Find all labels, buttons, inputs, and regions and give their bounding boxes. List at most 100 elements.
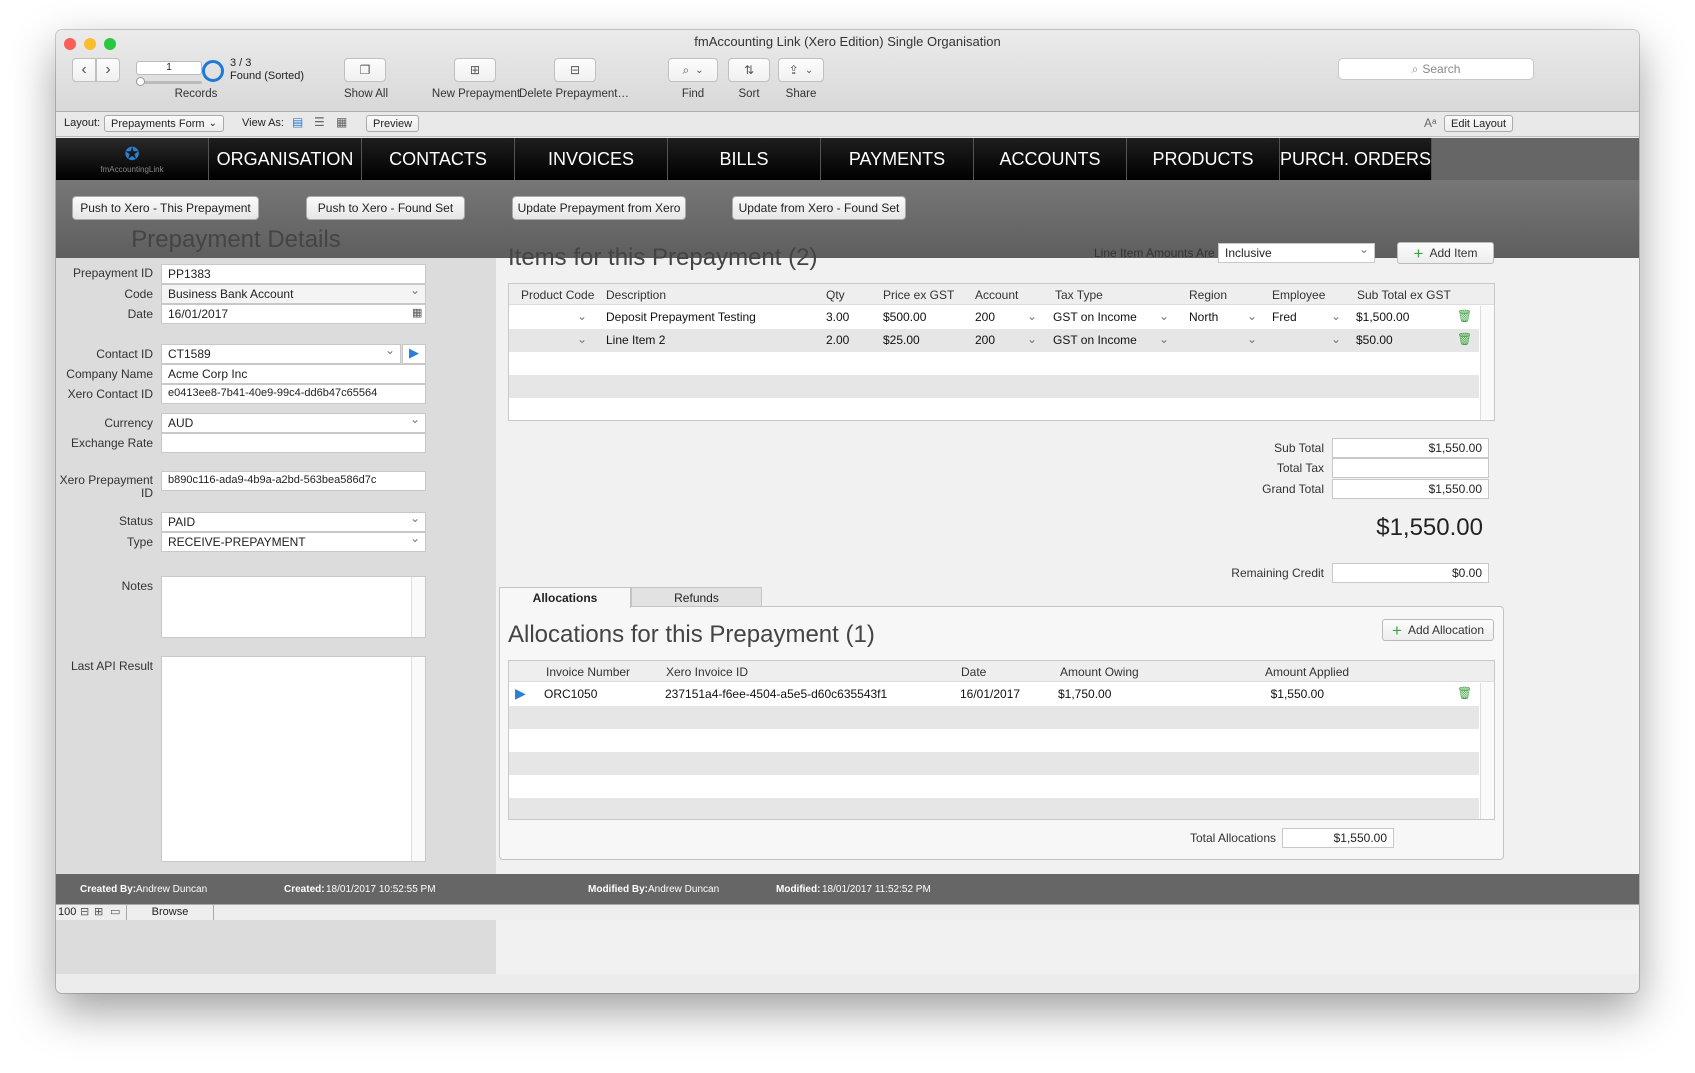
trash-icon[interactable]: 🗑 [1457,332,1472,346]
remaining-credit-field[interactable]: $0.00 [1332,563,1489,583]
item-employee[interactable]: Fred [1272,310,1297,324]
employee-dropdown-chevron-icon[interactable]: ⌄ [1331,309,1341,323]
item-qty[interactable]: 3.00 [826,310,849,324]
api-result-field[interactable] [161,656,426,862]
item-subtotal[interactable]: $1,500.00 [1356,310,1409,324]
items-scrollbar[interactable] [1480,306,1494,420]
notes-field[interactable] [161,576,426,638]
employee-dropdown-chevron-icon[interactable]: ⌄ [1331,332,1341,346]
item-price[interactable]: $500.00 [883,310,926,324]
trash-icon[interactable]: 🗑 [1457,686,1472,700]
grand-total-field[interactable]: $1,550.00 [1332,479,1489,499]
code-dropdown[interactable]: Business Bank Account [161,284,426,304]
tab-contacts[interactable]: CONTACTS [361,138,514,180]
update-prepayment-button[interactable]: Update Prepayment from Xero [512,196,686,220]
zoom-in-icon[interactable]: ⊞ [94,905,103,918]
total-allocations-field[interactable]: $1,550.00 [1282,828,1394,848]
exchange-rate-label: Exchange Rate [70,436,153,450]
tab-allocations[interactable]: Allocations [499,587,631,608]
list-view-icon[interactable]: ☰ [314,115,325,129]
calendar-icon[interactable]: ▦ [412,306,422,319]
line-amounts-dropdown[interactable]: Inclusive [1218,243,1375,263]
tax-dropdown-chevron-icon[interactable]: ⌄ [1159,332,1169,346]
record-slider-thumb[interactable] [136,77,145,86]
total-tax-field[interactable] [1332,458,1489,478]
account-dropdown-chevron-icon[interactable]: ⌄ [1027,309,1037,323]
region-dropdown-chevron-icon[interactable]: ⌄ [1247,332,1257,346]
item-tax[interactable]: GST on Income [1053,333,1137,347]
item-tax[interactable]: GST on Income [1053,310,1137,324]
allocation-invoice[interactable]: ORC1050 [544,687,597,701]
preview-button[interactable]: Preview [366,115,420,132]
xero-prepayment-field[interactable]: b890c116-ada9-4b9a-a2bd-563bea586d7c [161,471,426,491]
api-result-scrollbar[interactable] [411,657,425,861]
account-dropdown-chevron-icon[interactable]: ⌄ [1027,332,1037,346]
push-found-set-button[interactable]: Push to Xero - Found Set [306,196,465,220]
allocations-scrollbar[interactable] [1480,683,1494,819]
zoom-level[interactable]: 100 [58,906,76,918]
date-field[interactable]: 16/01/2017 [161,304,426,324]
product-dropdown-chevron-icon[interactable]: ⌄ [577,332,587,346]
mode-selector[interactable]: Browse [126,905,214,920]
go-to-contact-button[interactable]: ▶ [402,344,426,364]
tab-purch-orders[interactable]: PURCH. ORDERS [1279,138,1432,180]
allocation-owing[interactable]: $1,750.00 [1058,687,1111,701]
previous-record-button[interactable]: ‹ [72,58,96,82]
item-account[interactable]: 200 [975,310,995,324]
new-prepayment-button[interactable]: ⊞ [454,58,496,82]
currency-dropdown[interactable]: AUD [161,413,426,433]
record-number-field[interactable]: 1 [136,61,202,75]
region-dropdown-chevron-icon[interactable]: ⌄ [1247,309,1257,323]
item-region[interactable]: North [1189,310,1218,324]
push-this-prepayment-button[interactable]: Push to Xero - This Prepayment [72,196,259,220]
share-label: Share [785,88,817,100]
zoom-out-icon[interactable]: ⊟ [80,905,89,918]
company-field[interactable]: Acme Corp Inc [161,364,426,384]
layout-selector[interactable]: Prepayments Form ⌄ [104,115,224,132]
show-all-button[interactable]: ❐ [344,58,386,82]
status-dropdown[interactable]: PAID [161,512,426,532]
allocation-xero-id[interactable]: 237151a4-f6ee-4504-a5e5-d60c635543f1 [665,687,887,701]
tab-bills[interactable]: BILLS [667,138,820,180]
update-found-set-button[interactable]: Update from Xero - Found Set [732,196,906,220]
item-qty[interactable]: 2.00 [826,333,849,347]
tab-invoices[interactable]: INVOICES [514,138,667,180]
xero-contact-field[interactable]: e0413ee8-7b41-40e9-99c4-dd6b47c65564 [161,384,426,404]
notes-scrollbar[interactable] [411,577,425,637]
text-format-icon[interactable]: Aᵃ [1424,116,1436,130]
tab-refunds[interactable]: Refunds [631,587,762,607]
item-account[interactable]: 200 [975,333,995,347]
toggle-toolbar-icon[interactable]: ▭ [110,905,120,918]
find-button[interactable]: ⌕ ⌄ [668,58,718,82]
allocation-date[interactable]: 16/01/2017 [960,687,1020,701]
allocation-applied[interactable]: $1,550.00 [1209,687,1324,701]
next-record-button[interactable]: › [96,58,120,82]
exchange-rate-field[interactable] [161,433,426,453]
tab-products[interactable]: PRODUCTS [1126,138,1279,180]
add-allocation-button[interactable]: + Add Allocation [1382,619,1494,641]
share-button[interactable]: ⇪ ⌄ [778,58,824,82]
contact-id-dropdown[interactable]: CT1589 [161,344,401,364]
item-description[interactable]: Deposit Prepayment Testing [606,310,756,324]
form-view-icon[interactable]: ▤ [292,115,303,129]
go-to-invoice-arrow-icon[interactable]: ▶ [515,685,526,702]
item-description[interactable]: Line Item 2 [606,333,665,347]
type-dropdown[interactable]: RECEIVE-PREPAYMENT [161,532,426,552]
table-view-icon[interactable]: ▦ [336,115,347,129]
tax-dropdown-chevron-icon[interactable]: ⌄ [1159,309,1169,323]
product-dropdown-chevron-icon[interactable]: ⌄ [577,309,587,323]
tab-accounts[interactable]: ACCOUNTS [973,138,1126,180]
item-price[interactable]: $25.00 [883,333,920,347]
delete-prepayment-button[interactable]: ⊟ [554,58,596,82]
record-slider[interactable] [136,81,202,84]
trash-icon[interactable]: 🗑 [1457,309,1472,323]
sort-button[interactable]: ⇅ [728,58,770,82]
sub-total-field[interactable]: $1,550.00 [1332,438,1489,458]
tab-organisation[interactable]: ORGANISATION [208,138,361,180]
search-box[interactable]: ⌕ Search [1338,58,1534,80]
item-subtotal[interactable]: $50.00 [1356,333,1393,347]
prepayment-id-field[interactable]: PP1383 [161,264,426,284]
tab-payments[interactable]: PAYMENTS [820,138,973,180]
edit-layout-button[interactable]: Edit Layout [1444,115,1514,132]
add-item-button[interactable]: + Add Item [1397,242,1494,264]
